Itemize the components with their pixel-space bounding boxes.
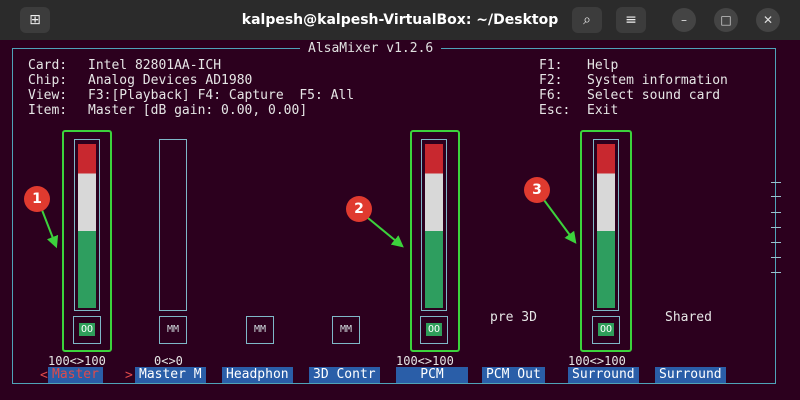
arrow-2 [367, 217, 404, 248]
annotation-badge-2: 2 [346, 196, 372, 222]
annotation-arrows [41, 199, 577, 249]
arrow-1 [41, 209, 59, 249]
annotation-badge-3: 3 [524, 177, 550, 203]
annotation-badge-1: 1 [24, 186, 50, 212]
arrow-3 [543, 199, 577, 244]
